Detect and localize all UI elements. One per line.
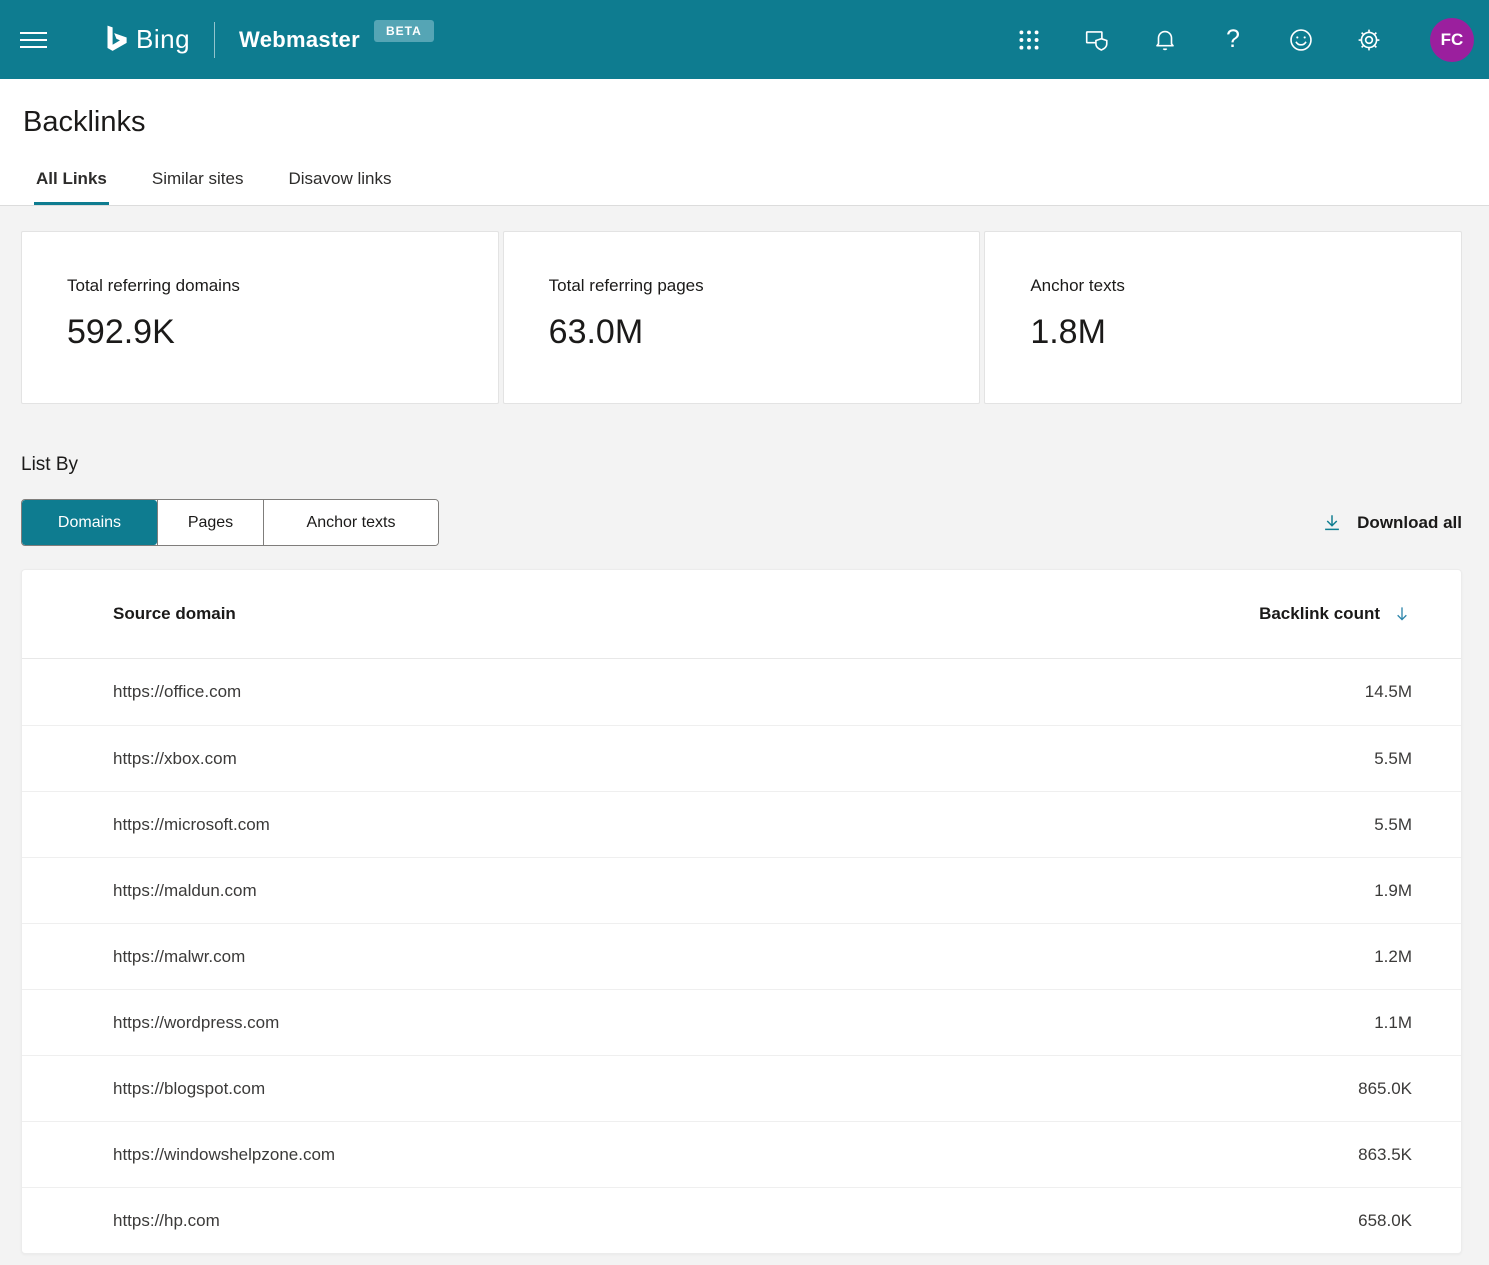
download-all-button[interactable]: Download all	[1321, 512, 1462, 534]
gear-icon	[1358, 29, 1380, 50]
bing-webmaster-page: Bing Webmaster BETA ? FC Backlinks All L…	[0, 0, 1489, 1265]
stat-value: 63.0M	[548, 313, 644, 351]
table-row[interactable]: https://wordpress.com 1.1M	[22, 989, 1461, 1055]
source-domain-cell: https://wordpress.com	[113, 1012, 280, 1032]
stat-value: 592.9K	[67, 313, 175, 351]
stat-card-referring-pages: Total referring pages 63.0M	[502, 231, 981, 404]
sort-descending-icon	[1397, 607, 1407, 621]
backlink-count-cell: 865.0K	[1358, 1078, 1412, 1098]
backlink-count-cell: 1.1M	[1374, 1012, 1412, 1032]
list-by-label: List By	[21, 454, 79, 475]
smiley-icon	[1290, 28, 1312, 51]
table-row[interactable]: https://maldun.com 1.9M	[22, 857, 1461, 923]
table-row[interactable]: https://blogspot.com 865.0K	[22, 1055, 1461, 1121]
download-icon	[1325, 514, 1340, 530]
backlink-count-cell: 14.5M	[1364, 682, 1412, 701]
stat-card-anchor-texts: Anchor texts 1.8M	[984, 231, 1462, 404]
table-header-row: Source domain Backlink count	[22, 570, 1461, 659]
list-by-controls: Domains Pages Anchor texts Download all	[21, 499, 1462, 546]
list-by-segmented-control: Domains Pages Anchor texts	[21, 499, 439, 546]
backlinks-table: Source domain Backlink count https://off…	[21, 569, 1462, 1254]
table-row[interactable]: https://office.com 14.5M	[22, 659, 1461, 725]
backlink-count-cell: 658.0K	[1358, 1210, 1412, 1230]
backlink-count-cell: 5.5M	[1374, 748, 1412, 768]
product-title: Webmaster	[239, 26, 360, 52]
feedback-button[interactable]	[1288, 27, 1314, 53]
table-row[interactable]: https://microsoft.com 5.5M	[22, 791, 1461, 857]
bing-logo-icon	[107, 25, 127, 51]
column-header-backlink-count[interactable]: Backlink count	[1259, 603, 1461, 625]
download-all-label: Download all	[1357, 512, 1462, 532]
source-domain-cell: https://malwr.com	[113, 946, 246, 966]
table-row[interactable]: https://hp.com 658.0K	[22, 1187, 1461, 1253]
tab-similar-sites[interactable]: Similar sites	[150, 169, 246, 205]
source-domain-cell: https://hp.com	[113, 1210, 220, 1230]
column-header-source-domain[interactable]: Source domain	[22, 604, 1259, 624]
table-row[interactable]: https://xbox.com 5.5M	[22, 725, 1461, 791]
main-content: Total referring domains 592.9K Total ref…	[0, 206, 1489, 1254]
source-domain-cell: https://office.com	[113, 682, 242, 701]
tab-all-links[interactable]: All Links	[34, 169, 109, 205]
stat-label: Total referring domains	[67, 276, 240, 295]
backlink-count-cell: 1.9M	[1374, 880, 1412, 900]
stat-label: Total referring pages	[548, 276, 704, 295]
segment-anchor-texts[interactable]: Anchor texts	[263, 500, 438, 545]
source-domain-cell: https://maldun.com	[113, 880, 257, 900]
table-row[interactable]: https://windowshelpzone.com 863.5K	[22, 1121, 1461, 1187]
tab-disavow-links[interactable]: Disavow links	[286, 169, 393, 205]
help-icon: ?	[1226, 25, 1240, 53]
stat-card-referring-domains: Total referring domains 592.9K	[21, 231, 499, 404]
brand-text: Bing	[136, 24, 191, 54]
page-title: Backlinks	[23, 106, 146, 138]
settings-button[interactable]	[1356, 27, 1382, 53]
source-domain-cell: https://blogspot.com	[113, 1078, 266, 1098]
source-domain-cell: https://windowshelpzone.com	[113, 1144, 336, 1164]
segment-domains[interactable]: Domains	[22, 500, 157, 545]
tab-bar: All Links Similar sites Disavow links	[34, 169, 1489, 205]
help-button[interactable]: ?	[1220, 27, 1246, 53]
screen-shield-icon	[1085, 30, 1108, 51]
backlink-count-cell: 863.5K	[1358, 1144, 1412, 1164]
site-security-button[interactable]	[1084, 27, 1110, 53]
column-header-label: Backlink count	[1259, 604, 1380, 623]
backlink-count-cell: 5.5M	[1374, 814, 1412, 834]
stat-label: Anchor texts	[1030, 276, 1125, 295]
segment-pages[interactable]: Pages	[157, 500, 263, 545]
hamburger-menu-icon[interactable]	[20, 27, 47, 53]
user-avatar[interactable]: FC	[1430, 17, 1474, 62]
apps-grid-icon	[1019, 29, 1039, 50]
app-header: Bing Webmaster BETA ? FC	[0, 0, 1489, 79]
stat-value: 1.8M	[1030, 313, 1106, 351]
stat-cards: Total referring domains 592.9K Total ref…	[21, 231, 1462, 404]
bell-icon	[1156, 30, 1174, 50]
beta-badge: BETA	[373, 19, 434, 42]
table-row[interactable]: https://malwr.com 1.2M	[22, 923, 1461, 989]
bing-brand[interactable]: Bing	[101, 24, 190, 55]
notifications-button[interactable]	[1152, 27, 1178, 53]
source-domain-cell: https://microsoft.com	[113, 814, 270, 834]
brand-divider	[214, 21, 216, 58]
backlink-count-cell: 1.2M	[1374, 946, 1412, 966]
apps-grid-button[interactable]	[1016, 27, 1042, 53]
page-header-section: Backlinks All Links Similar sites Disavo…	[0, 79, 1489, 206]
source-domain-cell: https://xbox.com	[113, 748, 237, 768]
appbar-actions: ? FC	[1016, 17, 1474, 62]
